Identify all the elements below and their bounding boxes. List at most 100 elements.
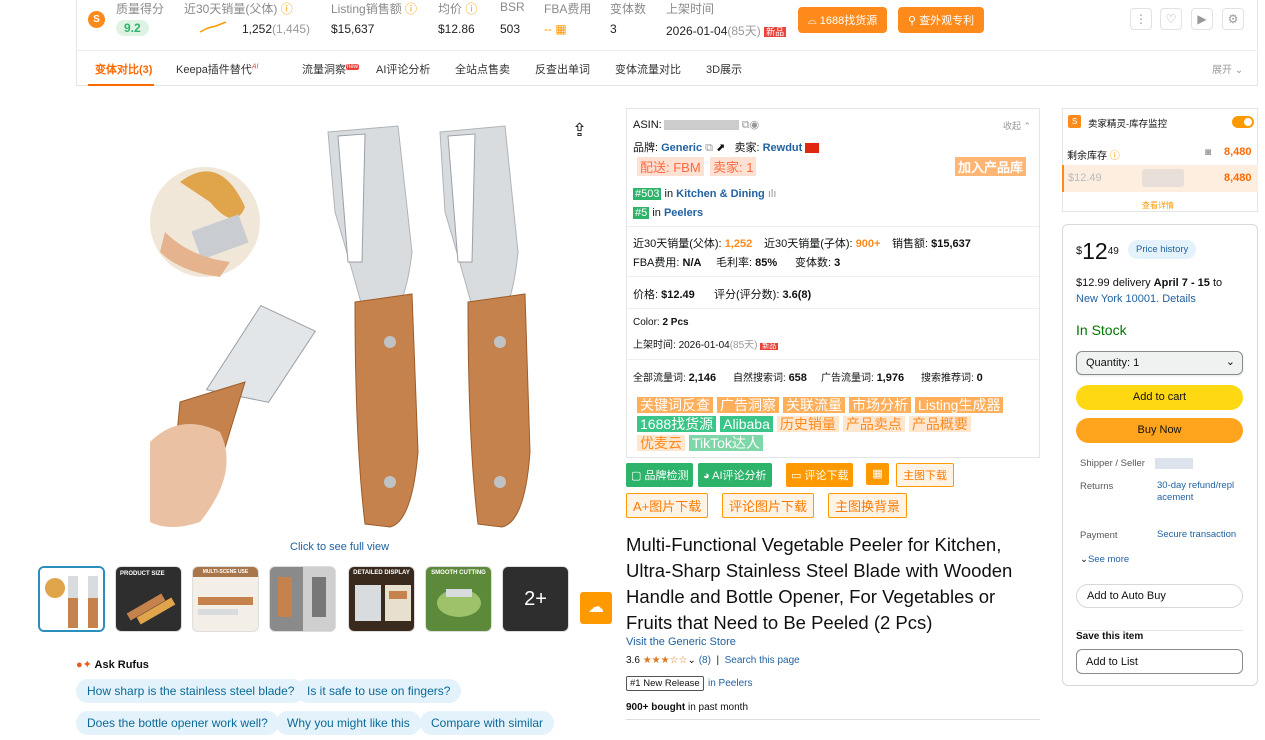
reviews-link[interactable]: (8): [699, 655, 711, 666]
chat-icon: ▭: [791, 470, 802, 482]
brand-check-button[interactable]: ▢ 品牌检测: [626, 463, 694, 487]
source-1688-button[interactable]: ⌓ 1688找货源: [798, 7, 888, 33]
seller-name-redacted[interactable]: [1155, 458, 1193, 469]
category-link[interactable]: Peelers: [664, 207, 703, 219]
fba-value[interactable]: -- ▦: [544, 22, 567, 36]
thumbnail-5[interactable]: DETAILED DISPLAY: [348, 566, 415, 632]
share-icon[interactable]: ⇪: [572, 120, 587, 141]
payment-link[interactable]: Secure transaction: [1157, 529, 1236, 540]
full-view-link[interactable]: Click to see full view: [290, 541, 389, 553]
tool-tag[interactable]: Listing生成器: [915, 397, 1004, 413]
main-product-image[interactable]: [150, 112, 550, 532]
search-page-link[interactable]: Search this page: [725, 655, 800, 666]
store-link[interactable]: Visit the Generic Store: [626, 636, 736, 648]
variants-value: 3: [610, 22, 617, 36]
video-icon[interactable]: ▶: [1191, 8, 1213, 30]
tab-traffic[interactable]: 流量洞察new: [302, 61, 360, 77]
stock-label: 剩余库存 ⓘ: [1067, 151, 1120, 162]
patent-button[interactable]: ⚲ 查外观专利: [898, 7, 985, 33]
tab-ai-review[interactable]: AI评论分析: [376, 61, 430, 77]
camera-icon[interactable]: ◙: [1205, 147, 1211, 158]
thumbnail-2[interactable]: PRODUCT SIZE: [115, 566, 182, 632]
rufus-question[interactable]: How sharp is the stainless steel blade?: [76, 679, 306, 703]
help-icon[interactable]: ⓘ: [1110, 151, 1120, 162]
rufus-question[interactable]: Why you might like this: [276, 711, 421, 735]
tab-variant-traffic[interactable]: 变体流量对比: [615, 61, 681, 77]
thumbnail-1[interactable]: [38, 566, 105, 632]
auto-buy-button[interactable]: Add to Auto Buy: [1076, 584, 1243, 608]
brand-link[interactable]: Generic: [661, 142, 702, 154]
tool-tag[interactable]: 产品卖点: [842, 416, 905, 432]
star-rating[interactable]: ★★★☆☆: [643, 655, 688, 666]
bsr-label: BSR: [500, 0, 525, 14]
tool-tag[interactable]: 产品概要: [908, 416, 971, 432]
copy-icon[interactable]: ⧉: [742, 119, 750, 131]
tab-keepa[interactable]: Keepa插件替代AI: [176, 61, 258, 77]
change-background-button[interactable]: 主图换背景: [828, 493, 908, 518]
seller-link[interactable]: Rewdut: [763, 142, 803, 154]
rufus-question[interactable]: Does the bottle opener work well?: [76, 711, 279, 735]
main-image-download-button[interactable]: 主图下载: [896, 463, 954, 487]
settings-icon[interactable]: ⚙: [1222, 8, 1244, 30]
tool-tag[interactable]: 历史销量: [776, 416, 839, 432]
thumbnail-4[interactable]: [269, 566, 336, 632]
external-icon[interactable]: ⬈: [716, 142, 725, 154]
thumbnail-more[interactable]: 2+: [502, 566, 569, 632]
tab-3d[interactable]: 3D展示: [706, 61, 742, 77]
add-to-list-button[interactable]: Add to List: [1076, 649, 1243, 674]
review-download-button[interactable]: ▭ 评论下载: [786, 463, 854, 487]
quantity-select[interactable]: Quantity: 1 ⌄: [1076, 351, 1243, 375]
help-icon[interactable]: ⓘ: [465, 2, 477, 16]
download-cloud-icon[interactable]: ☁: [580, 592, 612, 624]
new-release-category[interactable]: in Peelers: [708, 678, 752, 689]
location-link[interactable]: New York 10001.: [1076, 293, 1159, 305]
tab-reverse-keyword[interactable]: 反查出单词: [535, 61, 590, 77]
collapse-toggle[interactable]: 收起 ⌃: [1003, 119, 1031, 132]
inventory-toggle[interactable]: [1232, 116, 1254, 128]
tool-tag[interactable]: 关键词反查: [637, 397, 713, 413]
tab-global-sales[interactable]: 全站点售卖: [455, 61, 510, 77]
rufus-question[interactable]: Is it safe to use on fingers?: [296, 679, 462, 703]
thumbnail-3[interactable]: MULTI-SCENE USE: [192, 566, 259, 632]
launch-row: 上架时间: 2026-01-04(85天) 新品: [633, 340, 779, 351]
review-images-button[interactable]: 评论图片下载: [722, 493, 815, 518]
add-to-library-button[interactable]: 加入产品库: [955, 157, 1027, 176]
tool-tag[interactable]: Alibaba: [720, 416, 773, 432]
buy-now-button[interactable]: Buy Now: [1076, 418, 1243, 443]
tool-tag[interactable]: 市场分析: [849, 397, 911, 413]
rank-1: #503 in Kitchen & Dining ılı: [633, 188, 777, 200]
tab-variant-compare[interactable]: 变体对比(3): [95, 61, 152, 77]
rufus-question[interactable]: Compare with similar: [420, 711, 555, 735]
calculator-icon[interactable]: ▦: [866, 463, 889, 485]
copy-icon[interactable]: ⧉: [705, 142, 713, 154]
new-release-badge[interactable]: #1 New Release: [626, 676, 704, 691]
more-icon[interactable]: ⋮: [1130, 8, 1152, 30]
price-history-button[interactable]: Price history: [1128, 240, 1197, 259]
tool-tag[interactable]: TikTok达人: [689, 435, 763, 451]
category-link[interactable]: Kitchen & Dining: [676, 188, 765, 200]
expand-toggle[interactable]: 展开 ⌄: [1212, 61, 1243, 76]
heart-icon[interactable]: ♡: [1160, 8, 1182, 30]
add-to-cart-button[interactable]: Add to cart: [1076, 385, 1243, 410]
more-images-count: 2+: [503, 567, 568, 631]
inventory-title: 卖家精灵-库存监控: [1088, 119, 1168, 130]
tool-tag[interactable]: 关联流量: [783, 397, 845, 413]
help-icon[interactable]: ⓘ: [281, 2, 293, 16]
traffic-rec: 搜索推荐词: 0: [921, 372, 983, 384]
chart-icon[interactable]: ılı: [768, 188, 777, 200]
details-link[interactable]: Details: [1162, 293, 1196, 305]
tool-tag[interactable]: 优麦云: [637, 435, 685, 451]
see-more-link[interactable]: ⌄See more: [1080, 554, 1129, 565]
pin-icon[interactable]: ◉: [750, 119, 760, 131]
tool-tag[interactable]: 广告洞察: [717, 397, 779, 413]
ai-review-button[interactable]: ◕ AI评论分析: [698, 463, 772, 487]
thumbnail-6[interactable]: SMOOTH CUTTING: [425, 566, 492, 632]
inventory-details-link[interactable]: 查看详情: [1142, 200, 1174, 211]
returns-link[interactable]: 30-day refund/replacement: [1157, 480, 1239, 504]
chevron-down-icon[interactable]: ⌄: [688, 655, 696, 666]
calculator-icon[interactable]: ▦: [555, 22, 566, 36]
save-item-label: Save this item: [1076, 631, 1144, 642]
aplus-download-button[interactable]: A+图片下载: [626, 493, 709, 518]
help-icon[interactable]: ⓘ: [405, 2, 417, 16]
tool-tag[interactable]: 1688找货源: [637, 416, 717, 432]
